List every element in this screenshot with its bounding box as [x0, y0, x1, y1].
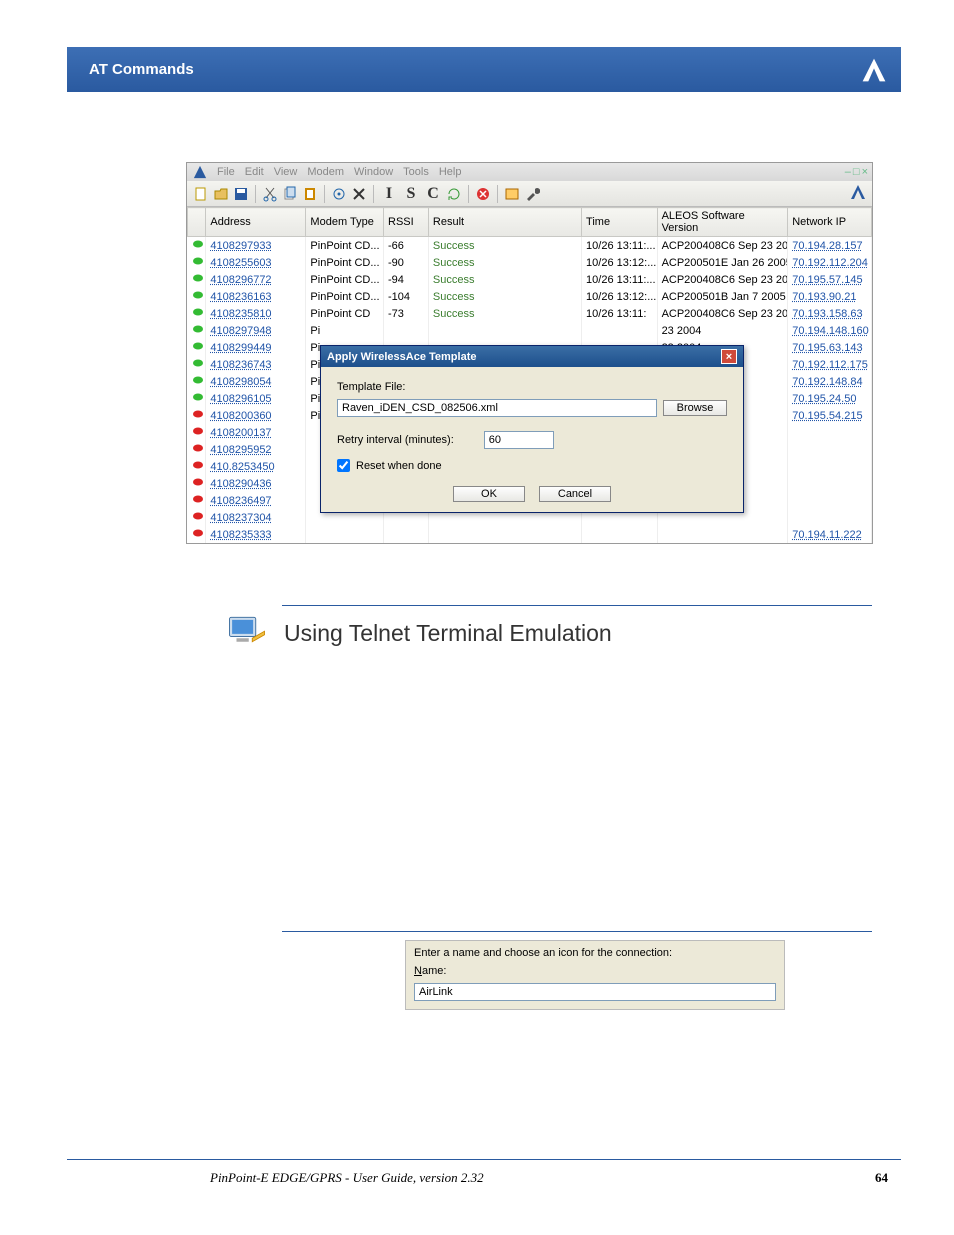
reset-when-done-checkbox[interactable]: [337, 459, 350, 472]
menu-window[interactable]: Window: [354, 166, 393, 178]
menu-modem[interactable]: Modem: [307, 166, 344, 178]
toolbar-letter-i[interactable]: I: [380, 185, 398, 203]
footer-page-number: 64: [875, 1170, 888, 1186]
cancel-button[interactable]: Cancel: [539, 486, 611, 502]
data-grid: Address Modem Type RSSI Result Time ALEO…: [187, 207, 872, 543]
connection-dialog: Enter a name and choose an icon for the …: [405, 940, 785, 1010]
computer-icon: [226, 612, 268, 654]
col-rssi[interactable]: RSSI: [384, 208, 429, 237]
new-icon[interactable]: [193, 186, 209, 202]
retry-interval-input[interactable]: [484, 431, 554, 449]
table-row[interactable]: 4108236163PinPoint CD...-104Success10/26…: [188, 288, 872, 305]
minimize-icon[interactable]: –: [845, 166, 851, 178]
app-window: File Edit View Modem Window Tools Help –…: [186, 162, 873, 544]
col-modem-type[interactable]: Modem Type: [306, 208, 384, 237]
table-row[interactable]: 410823533370.194.11.222: [188, 526, 872, 543]
col-time[interactable]: Time: [582, 208, 658, 237]
copy-icon[interactable]: [282, 186, 298, 202]
table-row[interactable]: 4108235810PinPoint CD-73Success10/26 13:…: [188, 305, 872, 322]
toolbar-letter-c[interactable]: C: [424, 185, 442, 203]
delete-icon[interactable]: [351, 186, 367, 202]
apply-template-dialog: Apply WirelessAce Template × Template Fi…: [320, 345, 744, 513]
reset-when-done-label: Reset when done: [356, 460, 442, 472]
page-header: AT Commands: [67, 47, 901, 92]
cut-icon[interactable]: [262, 186, 278, 202]
window-controls: – □ ×: [845, 166, 868, 178]
section-heading: Using Telnet Terminal Emulation: [226, 612, 612, 654]
col-result[interactable]: Result: [428, 208, 581, 237]
page-footer: PinPoint-E EDGE/GPRS - User Guide, versi…: [210, 1170, 888, 1186]
ok-button[interactable]: OK: [453, 486, 525, 502]
menu-tools[interactable]: Tools: [403, 166, 429, 178]
page-title: AT Commands: [89, 61, 194, 78]
footer-rule: [67, 1159, 901, 1160]
col-address[interactable]: Address: [206, 208, 306, 237]
browse-button[interactable]: Browse: [663, 400, 727, 416]
table-row[interactable]: 4108296772PinPoint CD...-94Success10/26 …: [188, 271, 872, 288]
dialog-title: Apply WirelessAce Template: [327, 351, 476, 363]
col-version[interactable]: ALEOS Software Version: [657, 208, 788, 237]
dialog-close-button[interactable]: ×: [721, 349, 737, 364]
target-icon[interactable]: [331, 186, 347, 202]
menu-bar: File Edit View Modem Window Tools Help –…: [187, 163, 872, 181]
close-icon[interactable]: ×: [862, 166, 868, 178]
menu-view[interactable]: View: [274, 166, 298, 178]
toolbar: I S C: [187, 181, 872, 207]
dialog-titlebar[interactable]: Apply WirelessAce Template ×: [321, 346, 743, 367]
footer-doc-title: PinPoint-E EDGE/GPRS - User Guide, versi…: [210, 1170, 484, 1186]
menu-file[interactable]: File: [217, 166, 235, 178]
name-label: Name:: [414, 965, 446, 977]
menu-edit[interactable]: Edit: [245, 166, 264, 178]
grid-header-row: Address Modem Type RSSI Result Time ALEO…: [188, 208, 872, 237]
connection-name-input[interactable]: [414, 983, 776, 1001]
col-status[interactable]: [188, 208, 206, 237]
save-icon[interactable]: [233, 186, 249, 202]
restore-icon[interactable]: □: [853, 166, 860, 178]
brand-mini-logo-icon: [850, 184, 866, 200]
connection-prompt: Enter a name and choose an icon for the …: [414, 947, 776, 959]
table-row[interactable]: 4108297933PinPoint CD...-66Success10/26 …: [188, 237, 872, 255]
col-network-ip[interactable]: Network IP: [788, 208, 872, 237]
table-row[interactable]: 4108255603PinPoint CD...-90Success10/26 …: [188, 254, 872, 271]
log-icon[interactable]: [504, 186, 520, 202]
template-file-input[interactable]: [337, 399, 657, 417]
template-file-label: Template File:: [337, 381, 727, 393]
open-icon[interactable]: [213, 186, 229, 202]
brand-logo-icon: [861, 57, 887, 83]
stop-icon[interactable]: [475, 186, 491, 202]
menu-help[interactable]: Help: [439, 166, 462, 178]
section-title: Using Telnet Terminal Emulation: [284, 620, 612, 647]
table-row[interactable]: 4108297948Pi23 200470.194.148.160: [188, 322, 872, 339]
toolbar-letter-s[interactable]: S: [402, 185, 420, 203]
refresh-icon[interactable]: [446, 186, 462, 202]
tools-icon[interactable]: [524, 186, 540, 202]
app-icon: [193, 165, 207, 179]
paste-icon[interactable]: [302, 186, 318, 202]
retry-interval-label: Retry interval (minutes):: [337, 434, 454, 446]
